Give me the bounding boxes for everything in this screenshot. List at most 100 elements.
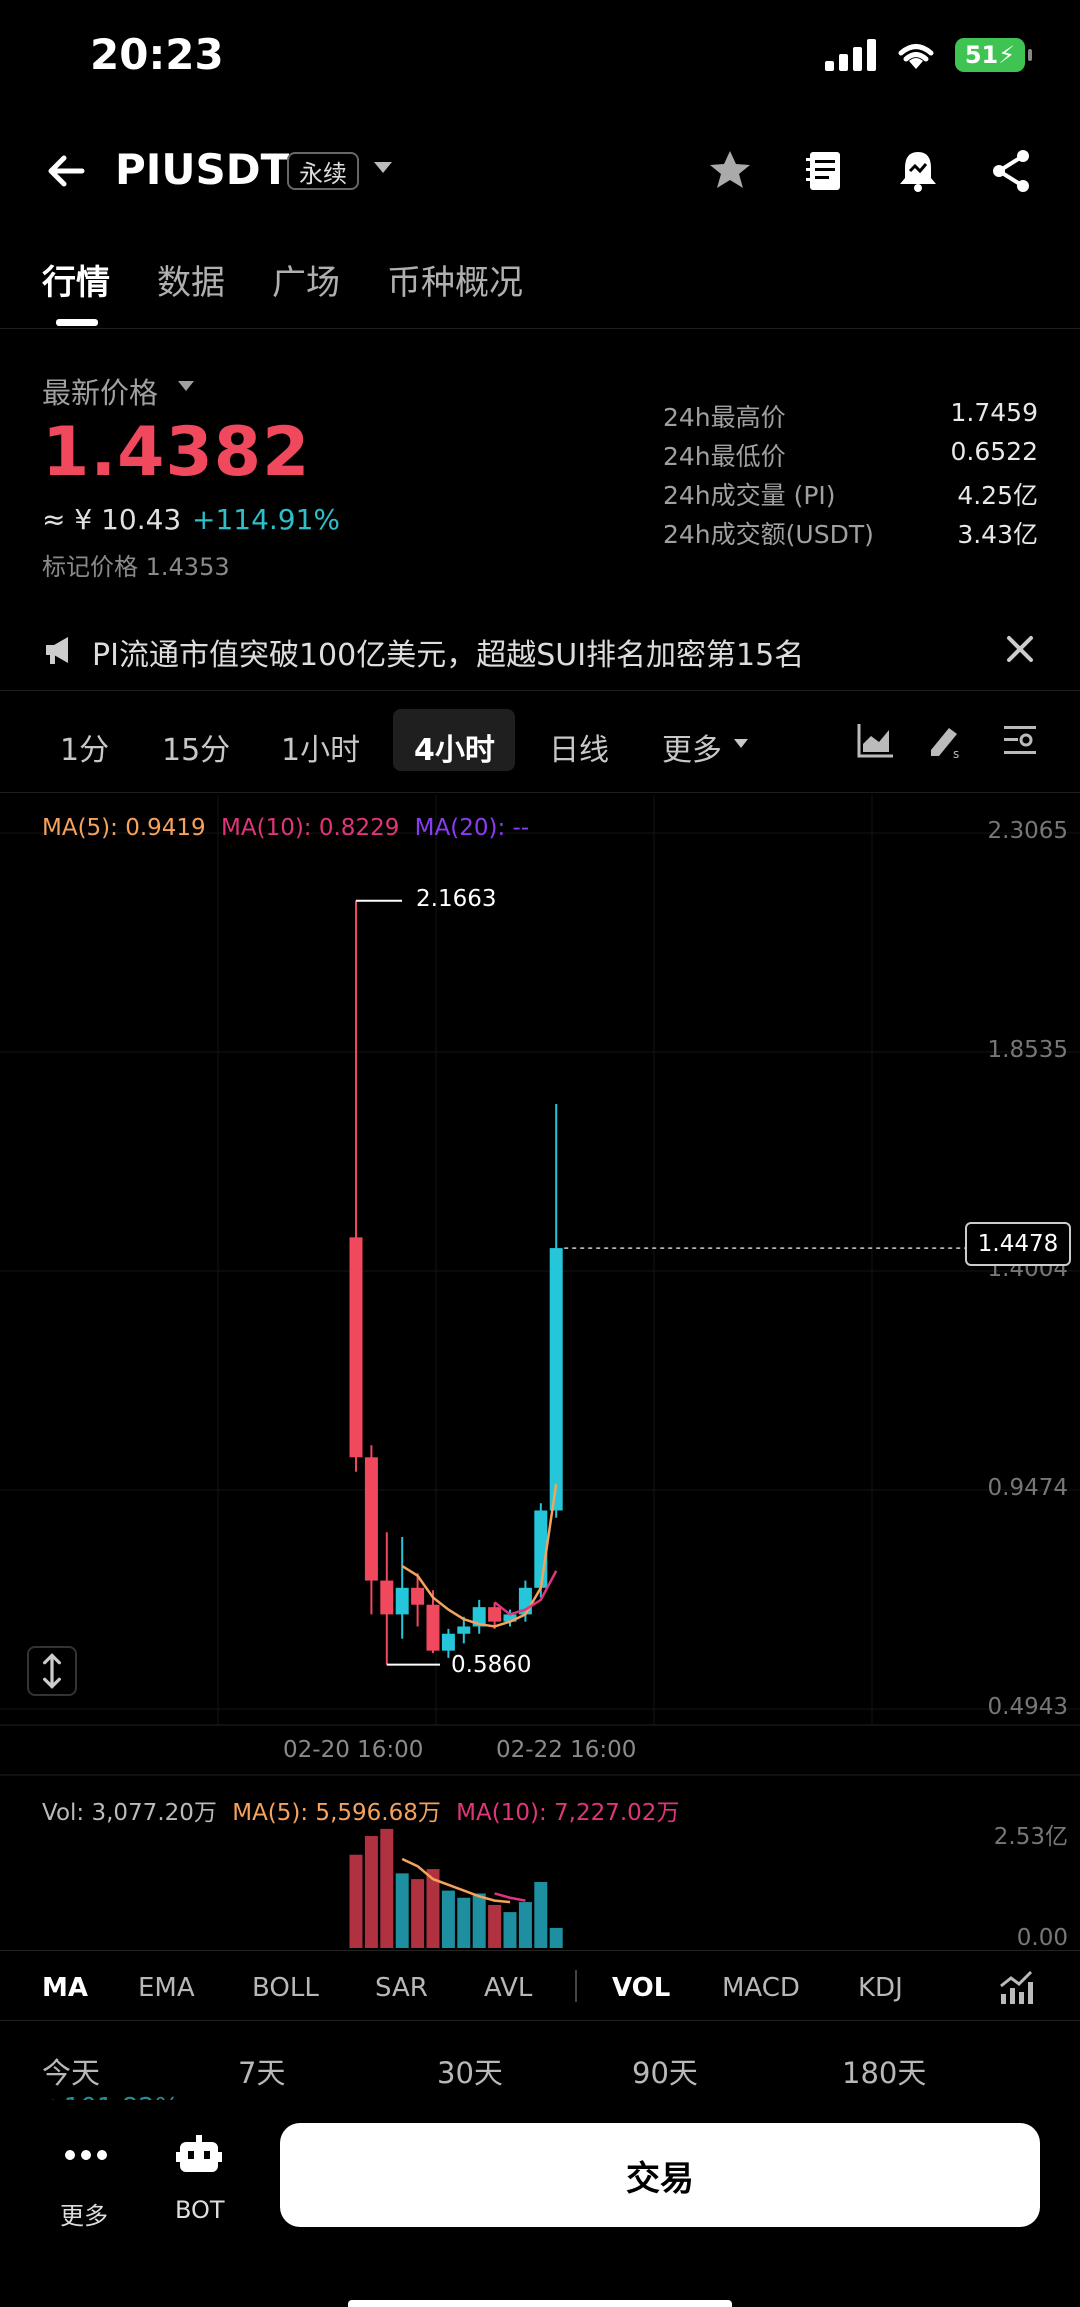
- wifi-icon: [898, 44, 934, 69]
- candle-body: [488, 1607, 502, 1622]
- chart-high-label: 2.1663: [416, 886, 497, 912]
- candle-body: [426, 1604, 440, 1651]
- timeframe-4h[interactable]: 4小时: [414, 725, 495, 769]
- volume-axis-zero: 0.00: [1016, 1925, 1068, 1951]
- volume-bar: [518, 1902, 532, 1948]
- ma-legend: MA(5): 0.9419 MA(10): 0.8229 MA(20): --: [42, 815, 529, 841]
- divider: [0, 1950, 1080, 1951]
- vol-current: Vol: 3,077.20万: [42, 1800, 217, 1826]
- indicator-ma[interactable]: MA: [42, 1973, 88, 2003]
- volume-legend: Vol: 3,077.20万 MA(5): 5,596.68万 MA(10): …: [42, 1793, 679, 1827]
- indicator-divider: [575, 1970, 577, 2002]
- expand-vertical-icon[interactable]: [27, 1646, 77, 1696]
- status-icons: 51 ⚡: [825, 38, 1032, 72]
- symbol-dropdown-icon[interactable]: [374, 162, 392, 173]
- volume-bar: [364, 1836, 378, 1948]
- announcement-text[interactable]: PI流通市值突破100亿美元，超越SUI排名加密第15名: [92, 630, 804, 674]
- home-indicator: [348, 2300, 732, 2307]
- date-label: 02-22 16:00: [496, 1737, 637, 1763]
- timeframe-more-caret-icon[interactable]: [734, 739, 748, 748]
- candle-body: [411, 1587, 425, 1605]
- contract-type-badge: 永续: [287, 152, 359, 190]
- axis-label: 0.4943: [987, 1694, 1068, 1720]
- timeframe-1d[interactable]: 日线: [549, 725, 609, 769]
- divider: [0, 328, 1080, 329]
- more-dots-icon[interactable]: [64, 2140, 108, 2170]
- status-time: 20:23: [90, 30, 224, 79]
- cny-price: ≈ ¥ 10.43: [42, 503, 182, 536]
- ma10-legend: MA(10): 0.8229: [221, 815, 400, 841]
- tab-square[interactable]: 广场: [272, 255, 340, 304]
- vol-ma10: MA(10): 7,227.02万: [456, 1800, 680, 1826]
- indicator-settings-icon[interactable]: [995, 1968, 1035, 2008]
- indicator-sar[interactable]: SAR: [375, 1973, 428, 2003]
- current-price-marker: 1.4478: [965, 1222, 1071, 1266]
- mark-price: 标记价格 1.4353: [42, 553, 230, 581]
- indicator-vol[interactable]: VOL: [612, 1973, 670, 2003]
- period-90d[interactable]: 90天: [632, 2050, 698, 2092]
- candle-body: [457, 1626, 471, 1634]
- bot-robot-icon[interactable]: [176, 2134, 222, 2176]
- close-icon[interactable]: [1003, 632, 1037, 666]
- period-180d[interactable]: 180天: [842, 2050, 926, 2092]
- chart-settings-icon[interactable]: [1000, 720, 1040, 760]
- volume-bar: [457, 1897, 471, 1948]
- alert-bell-icon[interactable]: [893, 146, 943, 196]
- candle-body: [349, 1237, 363, 1458]
- stat-value-turnover: 3.43亿: [957, 520, 1038, 549]
- period-7d[interactable]: 7天: [238, 2050, 285, 2092]
- timeframe-more[interactable]: 更多: [662, 725, 722, 769]
- bot-label[interactable]: BOT: [175, 2196, 225, 2224]
- back-arrow-icon[interactable]: [42, 146, 92, 196]
- tab-data[interactable]: 数据: [157, 255, 225, 304]
- timeframe-1m[interactable]: 1分: [60, 725, 109, 769]
- stat-label-turnover: 24h成交额(USDT): [663, 520, 874, 549]
- volume-bar: [395, 1873, 409, 1948]
- period-30d[interactable]: 30天: [437, 2050, 503, 2092]
- period-today[interactable]: 今天: [42, 2050, 100, 2092]
- symbol-title[interactable]: PIUSDT: [115, 145, 289, 194]
- divider: [0, 690, 1080, 691]
- share-icon[interactable]: [987, 146, 1037, 196]
- chart-type-icon[interactable]: [855, 720, 895, 760]
- tab-coin-overview[interactable]: 币种概况: [387, 255, 523, 304]
- notes-icon[interactable]: [800, 146, 850, 196]
- indicator-boll[interactable]: BOLL: [252, 1973, 319, 2003]
- vol-ma5: MA(5): 5,596.68万: [232, 1800, 441, 1826]
- date-label: 02-20 16:00: [283, 1737, 424, 1763]
- drawing-tool-icon[interactable]: s: [925, 720, 965, 760]
- ma5-legend: MA(5): 0.9419: [42, 815, 206, 841]
- indicator-ema[interactable]: EMA: [138, 1973, 195, 2003]
- timeframe-15m[interactable]: 15分: [162, 725, 230, 769]
- volume-axis-top: 2.53亿: [993, 1824, 1068, 1850]
- price-type-label[interactable]: 最新价格: [42, 370, 158, 412]
- timeframe-1h[interactable]: 1小时: [281, 725, 360, 769]
- tab-underline: [56, 319, 98, 326]
- battery-indicator: 51 ⚡: [955, 38, 1032, 72]
- stat-value-high: 1.7459: [950, 398, 1038, 427]
- axis-label: 1.8535: [987, 1037, 1068, 1063]
- indicator-macd[interactable]: MACD: [722, 1973, 800, 2003]
- divider: [0, 2020, 1080, 2021]
- volume-bar: [472, 1893, 486, 1948]
- price-type-caret-icon[interactable]: [178, 381, 194, 391]
- indicator-avl[interactable]: AVL: [484, 1973, 532, 2003]
- stat-label-low: 24h最低价: [663, 442, 786, 471]
- candle-body: [364, 1457, 378, 1581]
- more-label[interactable]: 更多: [60, 2196, 108, 2231]
- svg-text:s: s: [953, 747, 959, 760]
- chart-low-label: 0.5860: [451, 1652, 532, 1678]
- volume-bar: [380, 1828, 394, 1948]
- volume-bar: [503, 1912, 517, 1948]
- candle-body: [380, 1580, 394, 1615]
- trade-button[interactable]: 交易: [280, 2123, 1040, 2227]
- stat-label-high: 24h最高价: [663, 403, 786, 432]
- divider: [0, 792, 1080, 793]
- volume-bar: [534, 1881, 548, 1948]
- tab-market[interactable]: 行情: [42, 255, 110, 304]
- candlestick-chart[interactable]: [0, 795, 1080, 1955]
- star-icon[interactable]: [705, 146, 755, 196]
- indicator-kdj[interactable]: KDJ: [858, 1973, 903, 2003]
- change-percent: +114.91%: [192, 503, 341, 536]
- axis-label: 2.3065: [987, 818, 1068, 844]
